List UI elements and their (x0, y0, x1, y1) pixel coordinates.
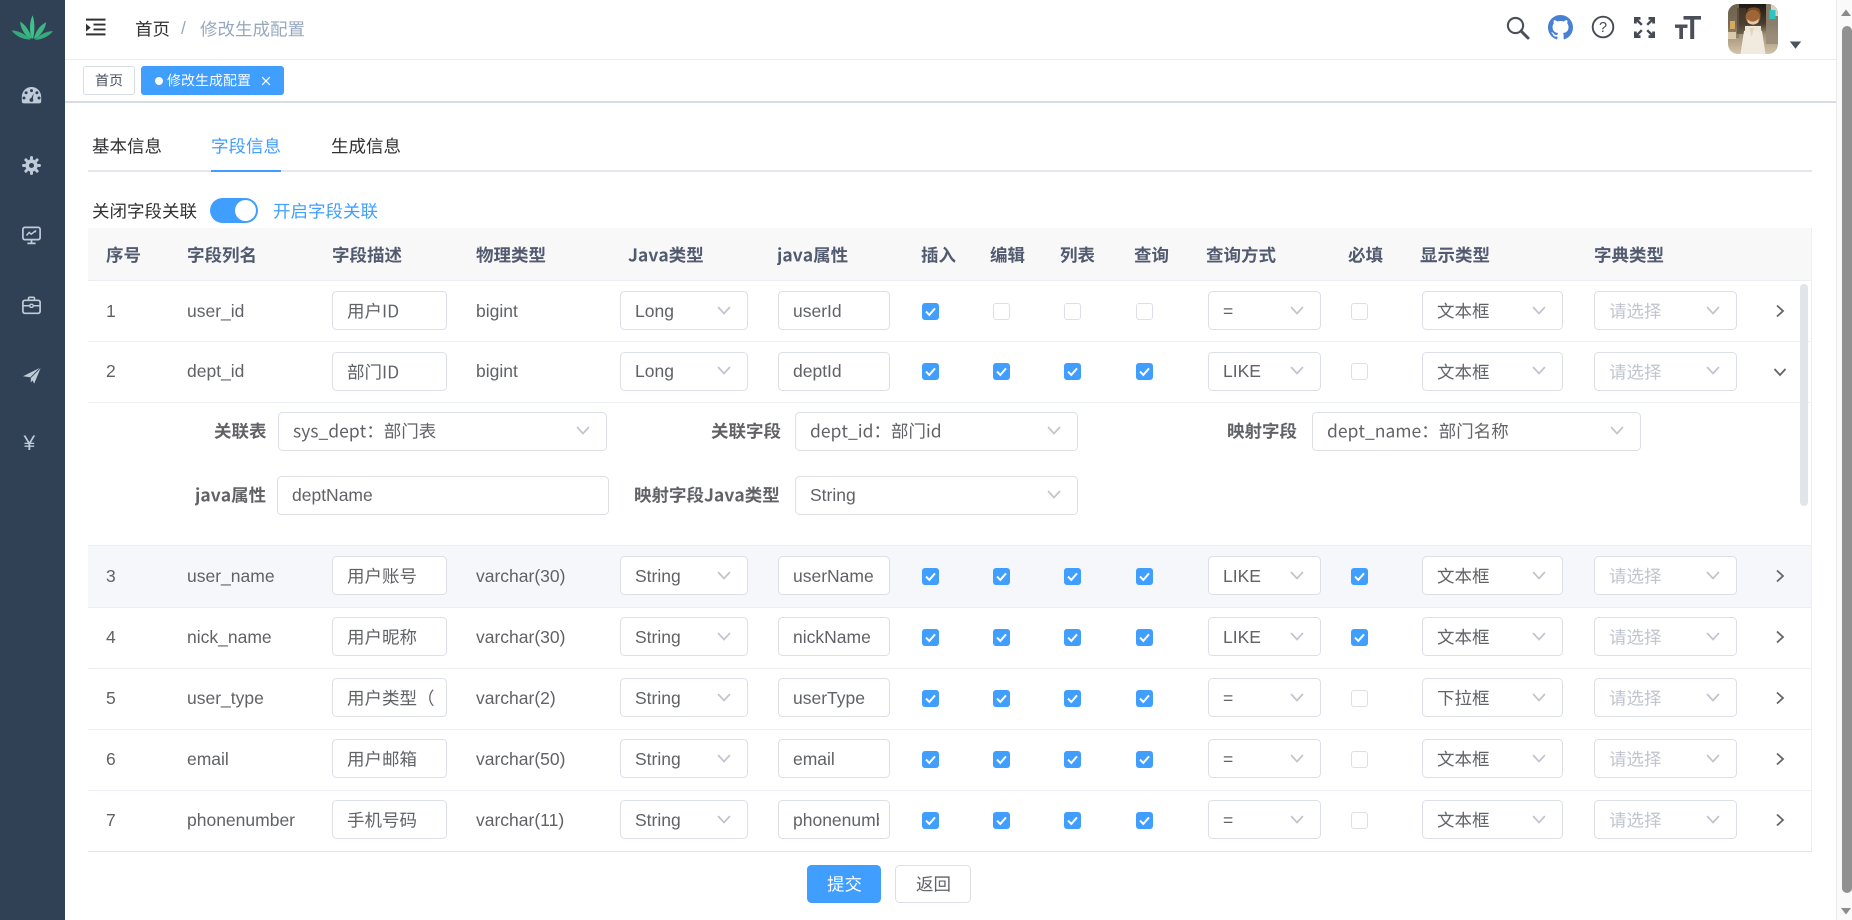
svg-text:?: ? (1599, 20, 1607, 36)
